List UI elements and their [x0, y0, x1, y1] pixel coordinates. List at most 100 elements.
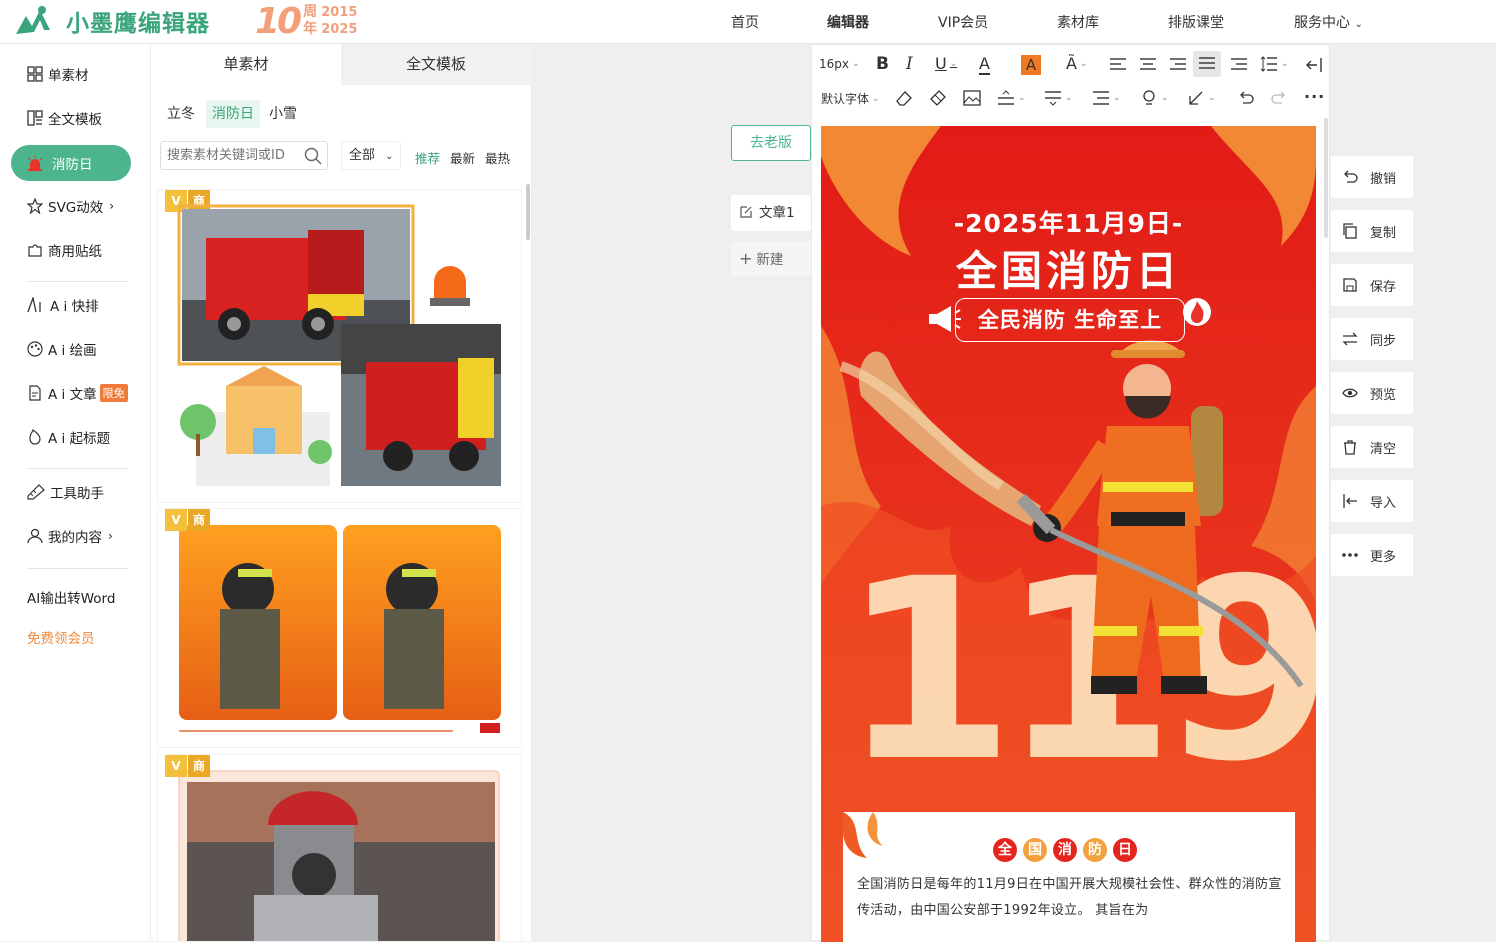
exit-icon[interactable]	[1305, 56, 1323, 74]
sidebar-item-label: 单素材	[48, 68, 89, 84]
panel-tabs: 单素材 全文模板	[151, 44, 532, 85]
sidebar-item-single[interactable]: 单素材	[27, 63, 89, 85]
editor: 16px ⌄ B I U ⌄ A A Ã ⌄ ⌄ 默认字体 ⌄ ⌄ ⌄ ⌄ ⌄ ⌄ ··…	[811, 44, 1330, 942]
bulb-icon[interactable]: ⌄	[1140, 89, 1169, 107]
tab-template[interactable]: 全文模板	[341, 44, 531, 85]
divider-line-icon[interactable]: ⌄	[997, 89, 1026, 107]
undo-button[interactable]: 撤销	[1331, 156, 1413, 198]
format-brush-icon[interactable]	[929, 89, 947, 107]
more-toolbar-icon[interactable]: ···	[1304, 87, 1325, 106]
justify-icon[interactable]	[1193, 51, 1221, 77]
align-left-icon[interactable]	[1109, 57, 1127, 73]
material-card[interactable]: V 商	[158, 509, 521, 747]
underline-icon[interactable]: U ⌄	[935, 54, 957, 73]
indent-icon[interactable]	[1230, 57, 1248, 73]
panel-scrollbar[interactable]	[526, 184, 530, 240]
action-label: 撤销	[1370, 171, 1397, 187]
megaphone-icon	[929, 306, 961, 332]
align-right-icon[interactable]	[1169, 57, 1187, 73]
anniv-zhou: 周	[303, 4, 318, 20]
italic-icon[interactable]: I	[906, 54, 913, 74]
sync-icon	[1342, 332, 1358, 346]
undo-toolbar-icon[interactable]	[1237, 89, 1255, 107]
sidebar-item-label: A i 快排	[50, 299, 99, 315]
tools-icon	[27, 484, 45, 500]
nav-vip[interactable]: VIP会员	[938, 12, 988, 32]
material-panel: 单素材 全文模板 立冬 消防日 小雪 全部 ⌄ 推荐 最新 最热 V 商	[150, 44, 532, 941]
paragraph-spacing-icon[interactable]: ⌄	[1092, 89, 1121, 107]
subtab-xiaoxue[interactable]: 小雪	[263, 100, 303, 128]
old-version-button[interactable]: 去老版	[731, 125, 811, 161]
bg-color-icon[interactable]: A	[1021, 55, 1041, 75]
sidebar-item-label: 全文模板	[48, 112, 102, 128]
anniv-nian: 年	[303, 21, 318, 37]
sidebar-item-ai-draw[interactable]: A i 绘画	[27, 338, 97, 360]
v-tag-icon: V	[165, 755, 187, 777]
sidebar-item-ai-layout[interactable]: A i 快排	[27, 294, 99, 316]
sidebar-item-fireday[interactable]: 消防日	[11, 145, 131, 181]
spacing-icon[interactable]: ⌄	[1044, 89, 1073, 107]
image-icon[interactable]	[963, 89, 981, 107]
copy-button[interactable]: 复制	[1331, 210, 1413, 252]
subtab-fireday[interactable]: 消防日	[206, 100, 260, 128]
preview-button[interactable]: 预览	[1331, 372, 1413, 414]
sidebar-item-ai-article[interactable]: A i 文章 限免	[27, 382, 128, 404]
sidebar-item-label: A i 绘画	[48, 343, 97, 359]
sidebar-item-sticker[interactable]: 商用贴纸	[27, 239, 102, 261]
palette-icon	[27, 341, 43, 357]
material-card[interactable]: V 商	[158, 755, 521, 941]
poster-slogan: 全民消防 生命至上	[955, 298, 1185, 342]
clear-button[interactable]: 清空	[1331, 426, 1413, 468]
tab-single[interactable]: 单素材	[151, 44, 341, 85]
search-icon[interactable]	[304, 147, 322, 165]
flame-corner-icon	[843, 812, 883, 858]
text-effect-icon[interactable]: Ã ⌄	[1066, 54, 1088, 73]
sidebar-item-my-content[interactable]: 我的内容 ›	[27, 525, 113, 547]
font-color-icon[interactable]: A	[979, 54, 990, 75]
sidebar-item-svg[interactable]: SVG动效 ›	[27, 195, 114, 217]
nav-materials[interactable]: 素材库	[1057, 12, 1099, 32]
ai-icon	[27, 297, 41, 313]
eraser-icon[interactable]	[895, 89, 913, 107]
template-icon	[27, 110, 43, 126]
import-button[interactable]: 导入	[1331, 480, 1413, 522]
v-tag-icon: V	[165, 509, 187, 531]
nav-service[interactable]: 服务中心 ⌄	[1294, 12, 1363, 32]
sidebar-item-ai-title[interactable]: A i 起标题	[27, 426, 110, 448]
line-height-icon[interactable]: ⌄	[1260, 56, 1289, 72]
redo-toolbar-icon[interactable]	[1270, 89, 1288, 107]
nav-home[interactable]: 首页	[731, 12, 759, 32]
logo-bird-icon	[16, 6, 50, 34]
anniversary-number: 10	[255, 0, 302, 42]
filter-select[interactable]: 全部 ⌄	[341, 141, 401, 170]
sidebar-item-template[interactable]: 全文模板	[27, 107, 102, 129]
bold-icon[interactable]: B	[876, 54, 889, 74]
more-button[interactable]: 更多	[1331, 534, 1413, 576]
font-size-select[interactable]: 16px ⌄	[819, 57, 860, 71]
sort-newest[interactable]: 最新	[450, 148, 475, 167]
logo[interactable]: 小墨鹰编辑器	[14, 4, 210, 38]
nav-editor[interactable]: 编辑器	[827, 12, 869, 32]
sidebar-item-free-vip[interactable]: 免费领会员	[27, 626, 95, 648]
edit-icon	[740, 206, 752, 218]
editor-scrollbar[interactable]	[1324, 118, 1328, 238]
font-family-select[interactable]: 默认字体 ⌄	[821, 90, 880, 107]
fire-truck-image	[177, 204, 501, 486]
sort-hottest[interactable]: 最热	[485, 148, 510, 167]
doc-tab-article1[interactable]: 文章1	[731, 195, 811, 231]
nav-course[interactable]: 排版课堂	[1168, 12, 1224, 32]
save-button[interactable]: 保存	[1331, 264, 1413, 306]
sidebar-item-label: 商用贴纸	[48, 244, 102, 260]
sidebar-item-tools[interactable]: 工具助手	[27, 481, 104, 503]
info-title: 全 国 消 防 日	[993, 838, 1143, 862]
sidebar-item-ai-word[interactable]: AI输出转Word	[27, 586, 115, 608]
sort-recommend[interactable]: 推荐	[415, 148, 440, 167]
arrow-down-left-icon[interactable]: ⌄	[1187, 89, 1216, 107]
new-doc-button[interactable]: + 新建	[731, 242, 811, 276]
sync-button[interactable]: 同步	[1331, 318, 1413, 360]
editor-canvas[interactable]: 119 -2025年11月9日- 全国消防日 全民消防 生命至上 全 国 消 防…	[821, 126, 1316, 942]
subtab-lidong[interactable]: 立冬	[161, 100, 201, 128]
search-input[interactable]	[167, 142, 302, 168]
material-card[interactable]: V 商	[158, 190, 521, 502]
align-center-icon[interactable]	[1139, 57, 1157, 73]
